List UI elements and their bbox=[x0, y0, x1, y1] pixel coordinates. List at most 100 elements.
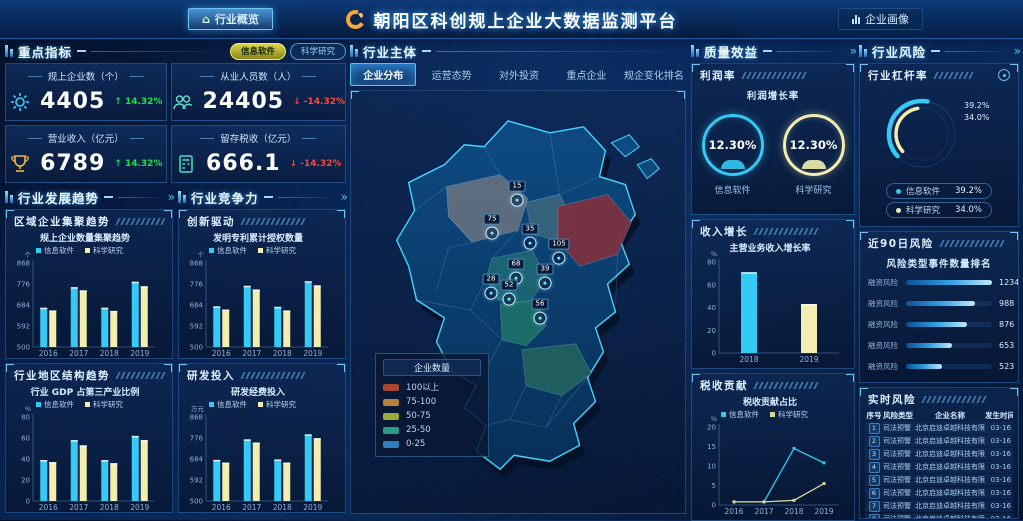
table-cell-time: 03-16 bbox=[985, 515, 1013, 519]
svg-text:发明专利累计授权数量: 发明专利累计授权数量 bbox=[212, 232, 303, 244]
svg-text:税收贡献占比: 税收贡献占比 bbox=[743, 396, 797, 408]
tab-item[interactable]: 重点企业 bbox=[554, 63, 618, 86]
map-marker[interactable]: 28 bbox=[483, 274, 500, 300]
nav-industry-overview[interactable]: ⌂ 行业概览 bbox=[188, 8, 273, 30]
stat-card-value: 24405 bbox=[203, 91, 285, 113]
table-cell-seq: 4 bbox=[865, 462, 883, 473]
svg-text:研发经费投入: 研发经费投入 bbox=[231, 386, 285, 398]
risk-rank-label: 融资风险 bbox=[868, 298, 901, 309]
profit-gauge: 12.30%科学研究 bbox=[783, 114, 845, 196]
trend-column: 行业发展趋势 » 区域企业集聚趋势 规上企业数量集聚趋势信息软件科学研究5005… bbox=[5, 188, 173, 513]
risk-rank-value: 653 bbox=[999, 341, 1014, 350]
svg-text:主营业务收入增长率: 主营业务收入增长率 bbox=[729, 242, 810, 254]
legend-label: 25-50 bbox=[406, 425, 431, 435]
map-marker[interactable]: 39 bbox=[537, 264, 554, 290]
map-marker[interactable]: 56 bbox=[532, 299, 549, 325]
panel-patents: 创新驱动 发明专利累计授权数量信息软件科学研究500592684776868个2… bbox=[178, 209, 346, 359]
risk-rank-bar bbox=[906, 301, 975, 306]
table-cell-company: 北京启迪卓越科技有限公司 bbox=[915, 449, 985, 459]
stat-card-header: 留存税收（亿元） bbox=[172, 131, 345, 145]
home-icon: ⌂ bbox=[202, 13, 210, 26]
seq-badge: 3 bbox=[869, 449, 880, 460]
svg-text:2019: 2019 bbox=[130, 349, 149, 358]
table-row[interactable]: 3司法预警北京启迪卓越科技有限公司03-16 bbox=[865, 448, 1013, 460]
svg-text:500: 500 bbox=[17, 344, 30, 352]
info-icon[interactable] bbox=[998, 69, 1010, 81]
svg-text:20: 20 bbox=[21, 477, 30, 485]
table-row[interactable]: 4司法预警北京启迪卓越科技有限公司03-16 bbox=[865, 461, 1013, 473]
industry-toggle[interactable]: 科学研究 bbox=[290, 43, 346, 60]
svg-text:个: 个 bbox=[25, 251, 32, 259]
table-row[interactable]: 7司法预警北京启迪卓越科技有限公司03-16 bbox=[865, 500, 1013, 512]
location-pin-icon bbox=[484, 287, 497, 300]
stat-card-delta: ↑ 14.32% bbox=[114, 97, 162, 107]
table-row[interactable]: 1司法预警北京启迪卓越科技有限公司03-16 bbox=[865, 422, 1013, 434]
gauge-ring: 12.30% bbox=[783, 114, 845, 176]
svg-text:科学研究: 科学研究 bbox=[778, 409, 808, 419]
svg-text:2016: 2016 bbox=[39, 349, 58, 358]
table-row[interactable]: 8司法预警北京启迪卓越科技有限公司03-16 bbox=[865, 513, 1013, 519]
panel-subtitle: 近90日风险 bbox=[868, 236, 934, 251]
map-marker[interactable]: 75 bbox=[484, 214, 501, 240]
hatch-decoration bbox=[933, 72, 976, 79]
tab-item[interactable]: 对外投资 bbox=[487, 63, 551, 86]
svg-text:60: 60 bbox=[707, 281, 716, 289]
tab-item[interactable]: 企业分布 bbox=[350, 63, 416, 86]
leverage-legend-pill: 信息软件39.2% bbox=[886, 183, 992, 199]
title-line bbox=[278, 197, 336, 198]
risk-column: 行业风险 » 行业杠杆率 39.2%34.0% 信息软件39.2%科学研究34.… bbox=[859, 42, 1019, 519]
section-bars-icon bbox=[5, 45, 13, 57]
svg-text:2017: 2017 bbox=[242, 349, 261, 358]
legend-label: 0-25 bbox=[406, 439, 425, 449]
table-cell-seq: 1 bbox=[865, 423, 883, 434]
legend-swatch bbox=[383, 413, 399, 420]
svg-text:500: 500 bbox=[190, 498, 203, 506]
expand-chevron-icon[interactable]: » bbox=[168, 191, 173, 203]
top-header: ⌂ 行业概览 朝阳区科创规上企业大数据监测平台 企业画像 bbox=[0, 0, 1023, 39]
table-header-row: 序号风险类型企业名称发生时间 bbox=[865, 409, 1013, 421]
table-cell-risk-type: 司法预警 bbox=[883, 514, 915, 519]
map-marker[interactable]: 52 bbox=[501, 280, 518, 306]
industry-toggle[interactable]: 信息软件 bbox=[230, 43, 286, 60]
table-cell-risk-type: 司法预警 bbox=[883, 423, 915, 433]
platform-logo-icon bbox=[346, 10, 365, 29]
map-marker[interactable]: 15 bbox=[509, 181, 526, 207]
legend-name: 信息软件 bbox=[906, 185, 940, 197]
profit-gauge: 12.30%信息软件 bbox=[702, 114, 764, 196]
map-legend-title: 企业数量 bbox=[383, 359, 481, 376]
marker-value: 39 bbox=[537, 264, 554, 275]
risk-rank-bar bbox=[906, 343, 952, 348]
leverage-donut-chart: 39.2%34.0% bbox=[860, 82, 1018, 180]
expand-chevron-icon[interactable]: » bbox=[850, 45, 855, 57]
table-row[interactable]: 2司法预警北京启迪卓越科技有限公司03-16 bbox=[865, 435, 1013, 447]
panel-gdp-share: 行业地区结构趋势 行业 GDP 占第三产业比例信息软件科学研究020406080… bbox=[5, 363, 173, 513]
panel-subtitle: 利润率 bbox=[700, 68, 736, 83]
svg-text:80: 80 bbox=[21, 414, 30, 422]
main-body-tabs: 企业分布运营态势对外投资重点企业规企变化排名 bbox=[350, 63, 686, 86]
svg-text:684: 684 bbox=[17, 302, 31, 310]
trophy-icon bbox=[9, 153, 31, 175]
stat-card-main: 4405 ↑ 14.32% bbox=[6, 83, 166, 120]
nav-enterprise-portrait[interactable]: 企业画像 bbox=[838, 8, 923, 30]
tax-share-chart: 税收贡献占比信息软件科学研究05101520%2016201720182019 bbox=[692, 392, 854, 521]
table-cell-company: 北京启迪卓越科技有限公司 bbox=[915, 488, 985, 498]
expand-chevron-icon[interactable]: » bbox=[341, 191, 346, 203]
table-header-cell: 序号 bbox=[865, 410, 883, 421]
table-row[interactable]: 6司法预警北京启迪卓越科技有限公司03-16 bbox=[865, 487, 1013, 499]
hatch-decoration bbox=[753, 382, 818, 389]
risk-rank-row: 融资风险876 bbox=[868, 314, 1010, 335]
tab-item[interactable]: 运营态势 bbox=[419, 63, 483, 86]
panel-subheader: 实时风险 bbox=[860, 388, 1018, 406]
svg-text:15: 15 bbox=[707, 443, 716, 451]
tab-item[interactable]: 规企变化排名 bbox=[622, 63, 686, 86]
map-marker[interactable]: 105 bbox=[548, 239, 569, 265]
title-dash bbox=[931, 50, 940, 52]
stat-card-value: 4405 bbox=[40, 91, 105, 113]
svg-text:2016: 2016 bbox=[212, 503, 231, 512]
panel-subtitle: 创新驱动 bbox=[187, 214, 235, 229]
map-marker[interactable]: 35 bbox=[522, 224, 539, 250]
svg-text:40: 40 bbox=[21, 456, 30, 464]
table-row[interactable]: 5司法预警北京启迪卓越科技有限公司03-16 bbox=[865, 474, 1013, 486]
expand-chevron-icon[interactable]: » bbox=[1014, 45, 1019, 57]
gdp-share-chart: 行业 GDP 占第三产业比例信息软件科学研究020406080%20162017… bbox=[6, 382, 172, 513]
